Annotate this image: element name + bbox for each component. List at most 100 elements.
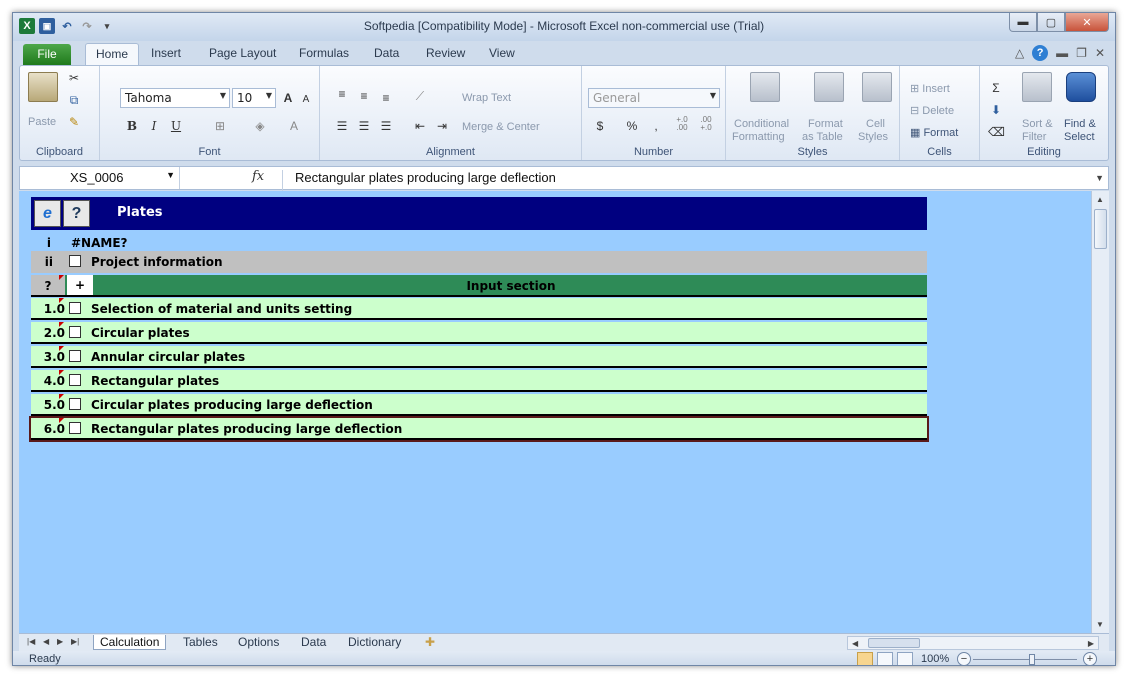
fill-color-icon[interactable]: ◈ — [252, 118, 268, 134]
format-cells-button[interactable]: ▦ Format — [910, 126, 958, 139]
tab-page-layout[interactable]: Page Layout — [209, 46, 276, 60]
cell-styles-icon[interactable] — [862, 72, 892, 102]
paste-icon[interactable] — [28, 72, 58, 102]
font-name-select[interactable]: Tahoma ▼ — [120, 88, 230, 108]
format-as-table-icon[interactable] — [814, 72, 844, 102]
tab-review[interactable]: Review — [426, 46, 465, 60]
tab-formulas[interactable]: Formulas — [299, 46, 349, 60]
clear-icon[interactable]: ⌫ — [988, 124, 1005, 140]
align-top-icon[interactable]: ≡ — [334, 86, 350, 102]
horizontal-scrollbar[interactable]: ◀ ▶ — [847, 636, 1099, 650]
close-button[interactable]: ✕ — [1065, 13, 1109, 32]
scroll-up-icon[interactable]: ▲ — [1096, 195, 1104, 204]
borders-icon[interactable]: ⊞ — [212, 118, 228, 134]
binoculars-icon[interactable] — [1066, 72, 1096, 102]
conditional-formatting-icon[interactable] — [750, 72, 780, 102]
cell-styles-label-1[interactable]: Cell — [866, 118, 885, 130]
insert-worksheet-icon[interactable]: ✚ — [425, 635, 435, 649]
decrease-indent-icon[interactable]: ⇤ — [412, 118, 428, 134]
merge-center-button[interactable]: Merge & Center — [462, 121, 540, 133]
item-checkbox[interactable] — [69, 374, 81, 386]
vertical-scrollbar[interactable]: ▲ ▼ — [1091, 191, 1109, 633]
sort-filter-label-1[interactable]: Sort & — [1022, 118, 1053, 130]
zoom-in-button[interactable]: + — [1083, 652, 1097, 665]
decrease-decimal-button[interactable]: .00 +.0 — [698, 116, 714, 132]
formula-input[interactable]: Rectangular plates producing large defle… — [282, 170, 556, 192]
tab-file[interactable]: File — [23, 44, 71, 65]
list-item[interactable]: 4.0 Rectangular plates — [31, 370, 927, 392]
tab-home[interactable]: Home — [85, 43, 140, 65]
bold-button[interactable]: B — [124, 118, 140, 134]
expand-input-button[interactable]: + — [67, 275, 93, 295]
list-item[interactable]: 1.0 Selection of material and units sett… — [31, 298, 927, 320]
scroll-left-icon[interactable]: ◀ — [852, 639, 858, 648]
align-left-icon[interactable]: ☰ — [334, 118, 350, 134]
name-box[interactable]: XS_0006 ▼ — [20, 167, 180, 189]
find-select-label-2[interactable]: Select — [1064, 131, 1095, 143]
page-layout-view-button[interactable] — [877, 652, 893, 665]
horizontal-scroll-thumb[interactable] — [868, 638, 920, 648]
copy-icon[interactable]: ⧉ — [66, 92, 82, 108]
project-information-checkbox[interactable] — [69, 255, 81, 267]
zoom-slider[interactable] — [973, 654, 1077, 665]
shrink-font-icon[interactable]: A — [298, 92, 314, 108]
next-sheet-icon[interactable]: ▶ — [57, 637, 63, 646]
font-color-icon[interactable]: A — [286, 118, 302, 134]
format-as-table-label-1[interactable]: Format — [808, 118, 843, 130]
fill-icon[interactable]: ⬇ — [988, 102, 1004, 118]
grow-font-icon[interactable]: A — [280, 90, 296, 106]
item-checkbox[interactable] — [69, 326, 81, 338]
align-middle-icon[interactable]: ≡ — [356, 88, 372, 104]
conditional-formatting-label-1[interactable]: Conditional — [734, 118, 789, 130]
worksheet-grid[interactable]: e ? Plates i #NAME? ii Project informati… — [19, 191, 1091, 633]
cell-styles-label-2[interactable]: Styles — [858, 131, 888, 143]
sort-filter-label-2[interactable]: Filter — [1022, 131, 1046, 143]
prev-sheet-icon[interactable]: ◀ — [43, 637, 49, 646]
sheet-tab-options[interactable]: Options — [238, 635, 279, 649]
page-break-view-button[interactable] — [897, 652, 913, 665]
item-checkbox[interactable] — [69, 398, 81, 410]
doc-minimize-icon[interactable]: ▬ — [1056, 46, 1068, 60]
comma-button[interactable]: , — [648, 118, 664, 134]
list-item[interactable]: 5.0 Circular plates producing large defl… — [31, 394, 927, 416]
number-format-select[interactable]: General ▼ — [588, 88, 720, 108]
underline-button[interactable]: U — [168, 118, 184, 134]
list-item[interactable]: 6.0 Rectangular plates producing large d… — [29, 416, 929, 442]
expand-formula-bar-icon[interactable]: ▼ — [1095, 173, 1104, 183]
sheet-tab-dictionary[interactable]: Dictionary — [348, 635, 401, 649]
last-sheet-icon[interactable]: ▶| — [71, 637, 79, 646]
increase-decimal-button[interactable]: +.0 .00 — [674, 116, 690, 132]
percent-button[interactable]: % — [624, 118, 640, 134]
item-checkbox[interactable] — [69, 422, 81, 434]
internet-explorer-icon[interactable]: e — [34, 200, 61, 227]
format-painter-icon[interactable]: ✎ — [66, 114, 82, 130]
orientation-icon[interactable]: ⟋ — [412, 88, 428, 104]
cut-icon[interactable]: ✂ — [66, 70, 82, 86]
first-sheet-icon[interactable]: |◀ — [27, 637, 35, 646]
list-item[interactable]: 2.0 Circular plates — [31, 322, 927, 344]
scroll-down-icon[interactable]: ▼ — [1096, 620, 1104, 629]
sheet-tab-tables[interactable]: Tables — [183, 635, 218, 649]
normal-view-button[interactable] — [857, 652, 873, 665]
autosum-icon[interactable]: Σ — [988, 80, 1004, 96]
insert-function-icon[interactable]: fx — [252, 169, 264, 184]
doc-close-icon[interactable]: ✕ — [1095, 46, 1105, 60]
sheet-tab-calculation[interactable]: Calculation — [93, 635, 167, 650]
maximize-button[interactable]: ▢ — [1037, 13, 1065, 32]
input-section-row[interactable]: ? + Input section — [31, 275, 927, 297]
zoom-level[interactable]: 100% — [921, 653, 949, 665]
insert-cells-button[interactable]: ⊞ Insert — [910, 82, 950, 95]
item-checkbox[interactable] — [69, 350, 81, 362]
vertical-scroll-thumb[interactable] — [1094, 209, 1107, 249]
help-button[interactable]: ? — [63, 200, 90, 227]
tab-data[interactable]: Data — [374, 46, 399, 60]
sort-filter-icon[interactable] — [1022, 72, 1052, 102]
zoom-slider-knob[interactable] — [1029, 654, 1035, 665]
paste-label[interactable]: Paste — [28, 116, 56, 128]
font-size-select[interactable]: 10 ▼ — [232, 88, 276, 108]
sheet-tab-data[interactable]: Data — [301, 635, 326, 649]
conditional-formatting-label-2[interactable]: Formatting — [732, 131, 785, 143]
zoom-out-button[interactable]: − — [957, 652, 971, 665]
collapse-ribbon-icon[interactable]: △ — [1015, 46, 1024, 60]
list-item[interactable]: 3.0 Annular circular plates — [31, 346, 927, 368]
